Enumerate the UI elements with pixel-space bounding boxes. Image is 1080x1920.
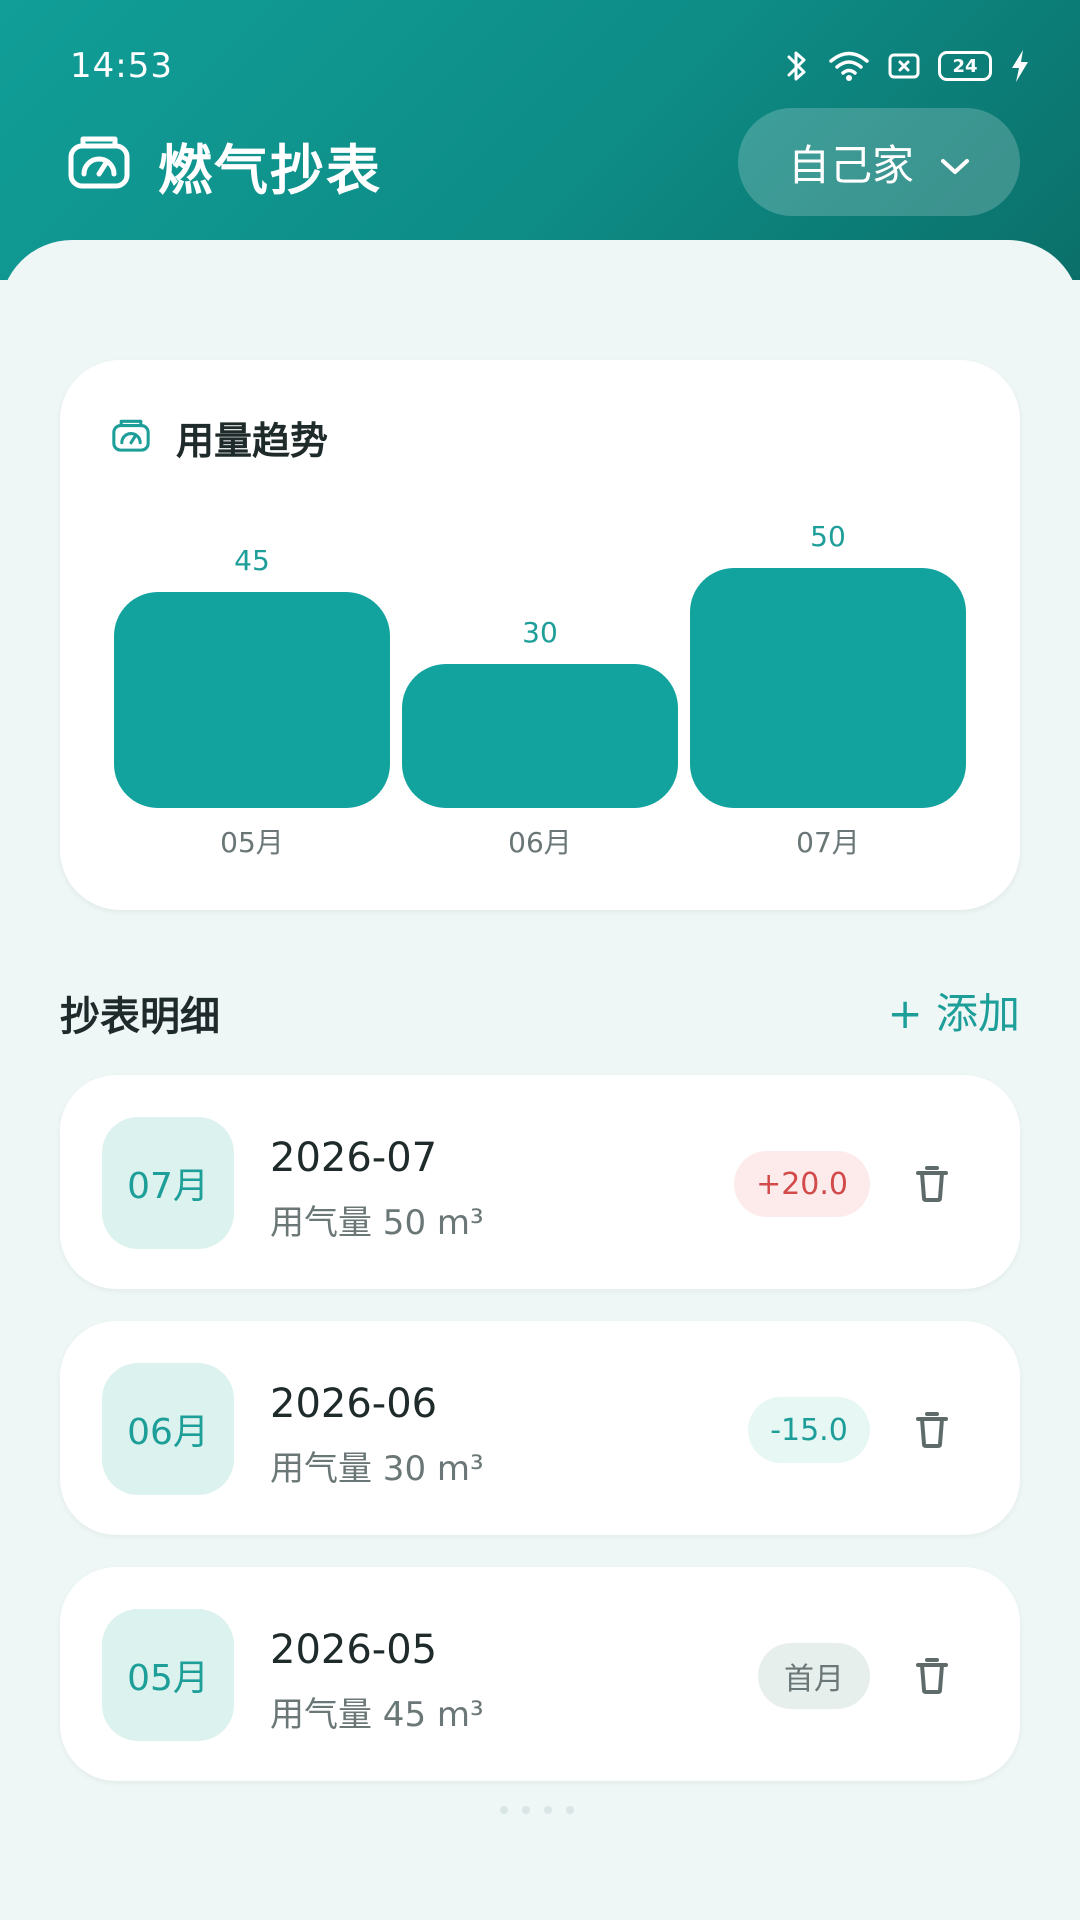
diff-badge: -15.0 [748,1397,870,1463]
diff-badge: +20.0 [734,1151,870,1217]
scroll-dot [500,1806,508,1814]
delete-button[interactable] [908,1403,956,1455]
app-title-row: 燃气抄表 [68,125,382,205]
usage-trend-card: 用量趋势 45 05月 30 06月 50 07月 [60,360,1020,910]
record-usage: 用气量 30 m³ [270,1449,484,1489]
chart-title: 用量趋势 [176,419,329,463]
sim-icon [888,52,920,80]
status-icons: 24 [784,44,1030,88]
wifi-icon [828,49,870,83]
scroll-dot [522,1806,530,1814]
chart-bar [114,592,390,808]
delete-button[interactable] [908,1649,956,1701]
home-selector[interactable]: 自己家 [738,108,1020,216]
chart-value-label: 30 [522,616,558,649]
bluetooth-icon [784,48,810,84]
chart-bar [690,568,966,808]
scroll-indicator [500,1806,574,1814]
gas-meter-icon [112,419,150,457]
month-badge: 05月 [102,1609,234,1741]
chart-bar [402,664,678,808]
delete-button[interactable] [908,1157,956,1209]
battery-level: 24 [952,55,978,77]
chevron-down-icon [940,138,970,187]
home-selector-label: 自己家 [787,140,914,190]
records-title: 抄表明细 [60,994,220,1040]
month-badge: 07月 [102,1117,234,1249]
trash-icon [916,1412,948,1448]
app-title: 燃气抄表 [158,138,382,202]
record-card[interactable]: 05月 2026-05 用气量 45 m³ 首月 [60,1567,1020,1781]
chart-value-label: 45 [234,544,270,577]
chart-category-label: 06月 [508,826,572,859]
chart-category-label: 05月 [220,826,284,859]
add-record-button[interactable]: + 添加 [887,980,1020,1041]
records-header: 抄表明细 + 添加 [60,980,1020,1044]
record-card[interactable]: 07月 2026-07 用气量 50 m³ +20.0 [60,1075,1020,1289]
trash-icon [916,1166,948,1202]
diff-badge: 首月 [758,1643,870,1709]
trash-icon [916,1658,948,1694]
chart-category-label: 07月 [796,826,860,859]
record-date: 2026-05 [270,1627,438,1673]
charging-icon [1010,49,1030,83]
battery-icon: 24 [938,51,992,81]
record-card[interactable]: 06月 2026-06 用气量 30 m³ -15.0 [60,1321,1020,1535]
gas-meter-icon [68,136,130,194]
usage-bar-chart: 45 05月 30 06月 50 07月 [114,520,966,859]
app-header: 14:53 24 燃气抄表 自己家 [0,0,1080,280]
record-date: 2026-06 [270,1381,438,1427]
record-date: 2026-07 [270,1135,438,1181]
record-usage: 用气量 50 m³ [270,1203,484,1243]
scroll-dot [544,1806,552,1814]
status-time: 14:53 [70,46,173,86]
chart-value-label: 50 [810,520,846,553]
record-usage: 用气量 45 m³ [270,1695,484,1735]
scroll-dot [566,1806,574,1814]
chart-title-row: 用量趋势 [112,410,328,465]
month-badge: 06月 [102,1363,234,1495]
